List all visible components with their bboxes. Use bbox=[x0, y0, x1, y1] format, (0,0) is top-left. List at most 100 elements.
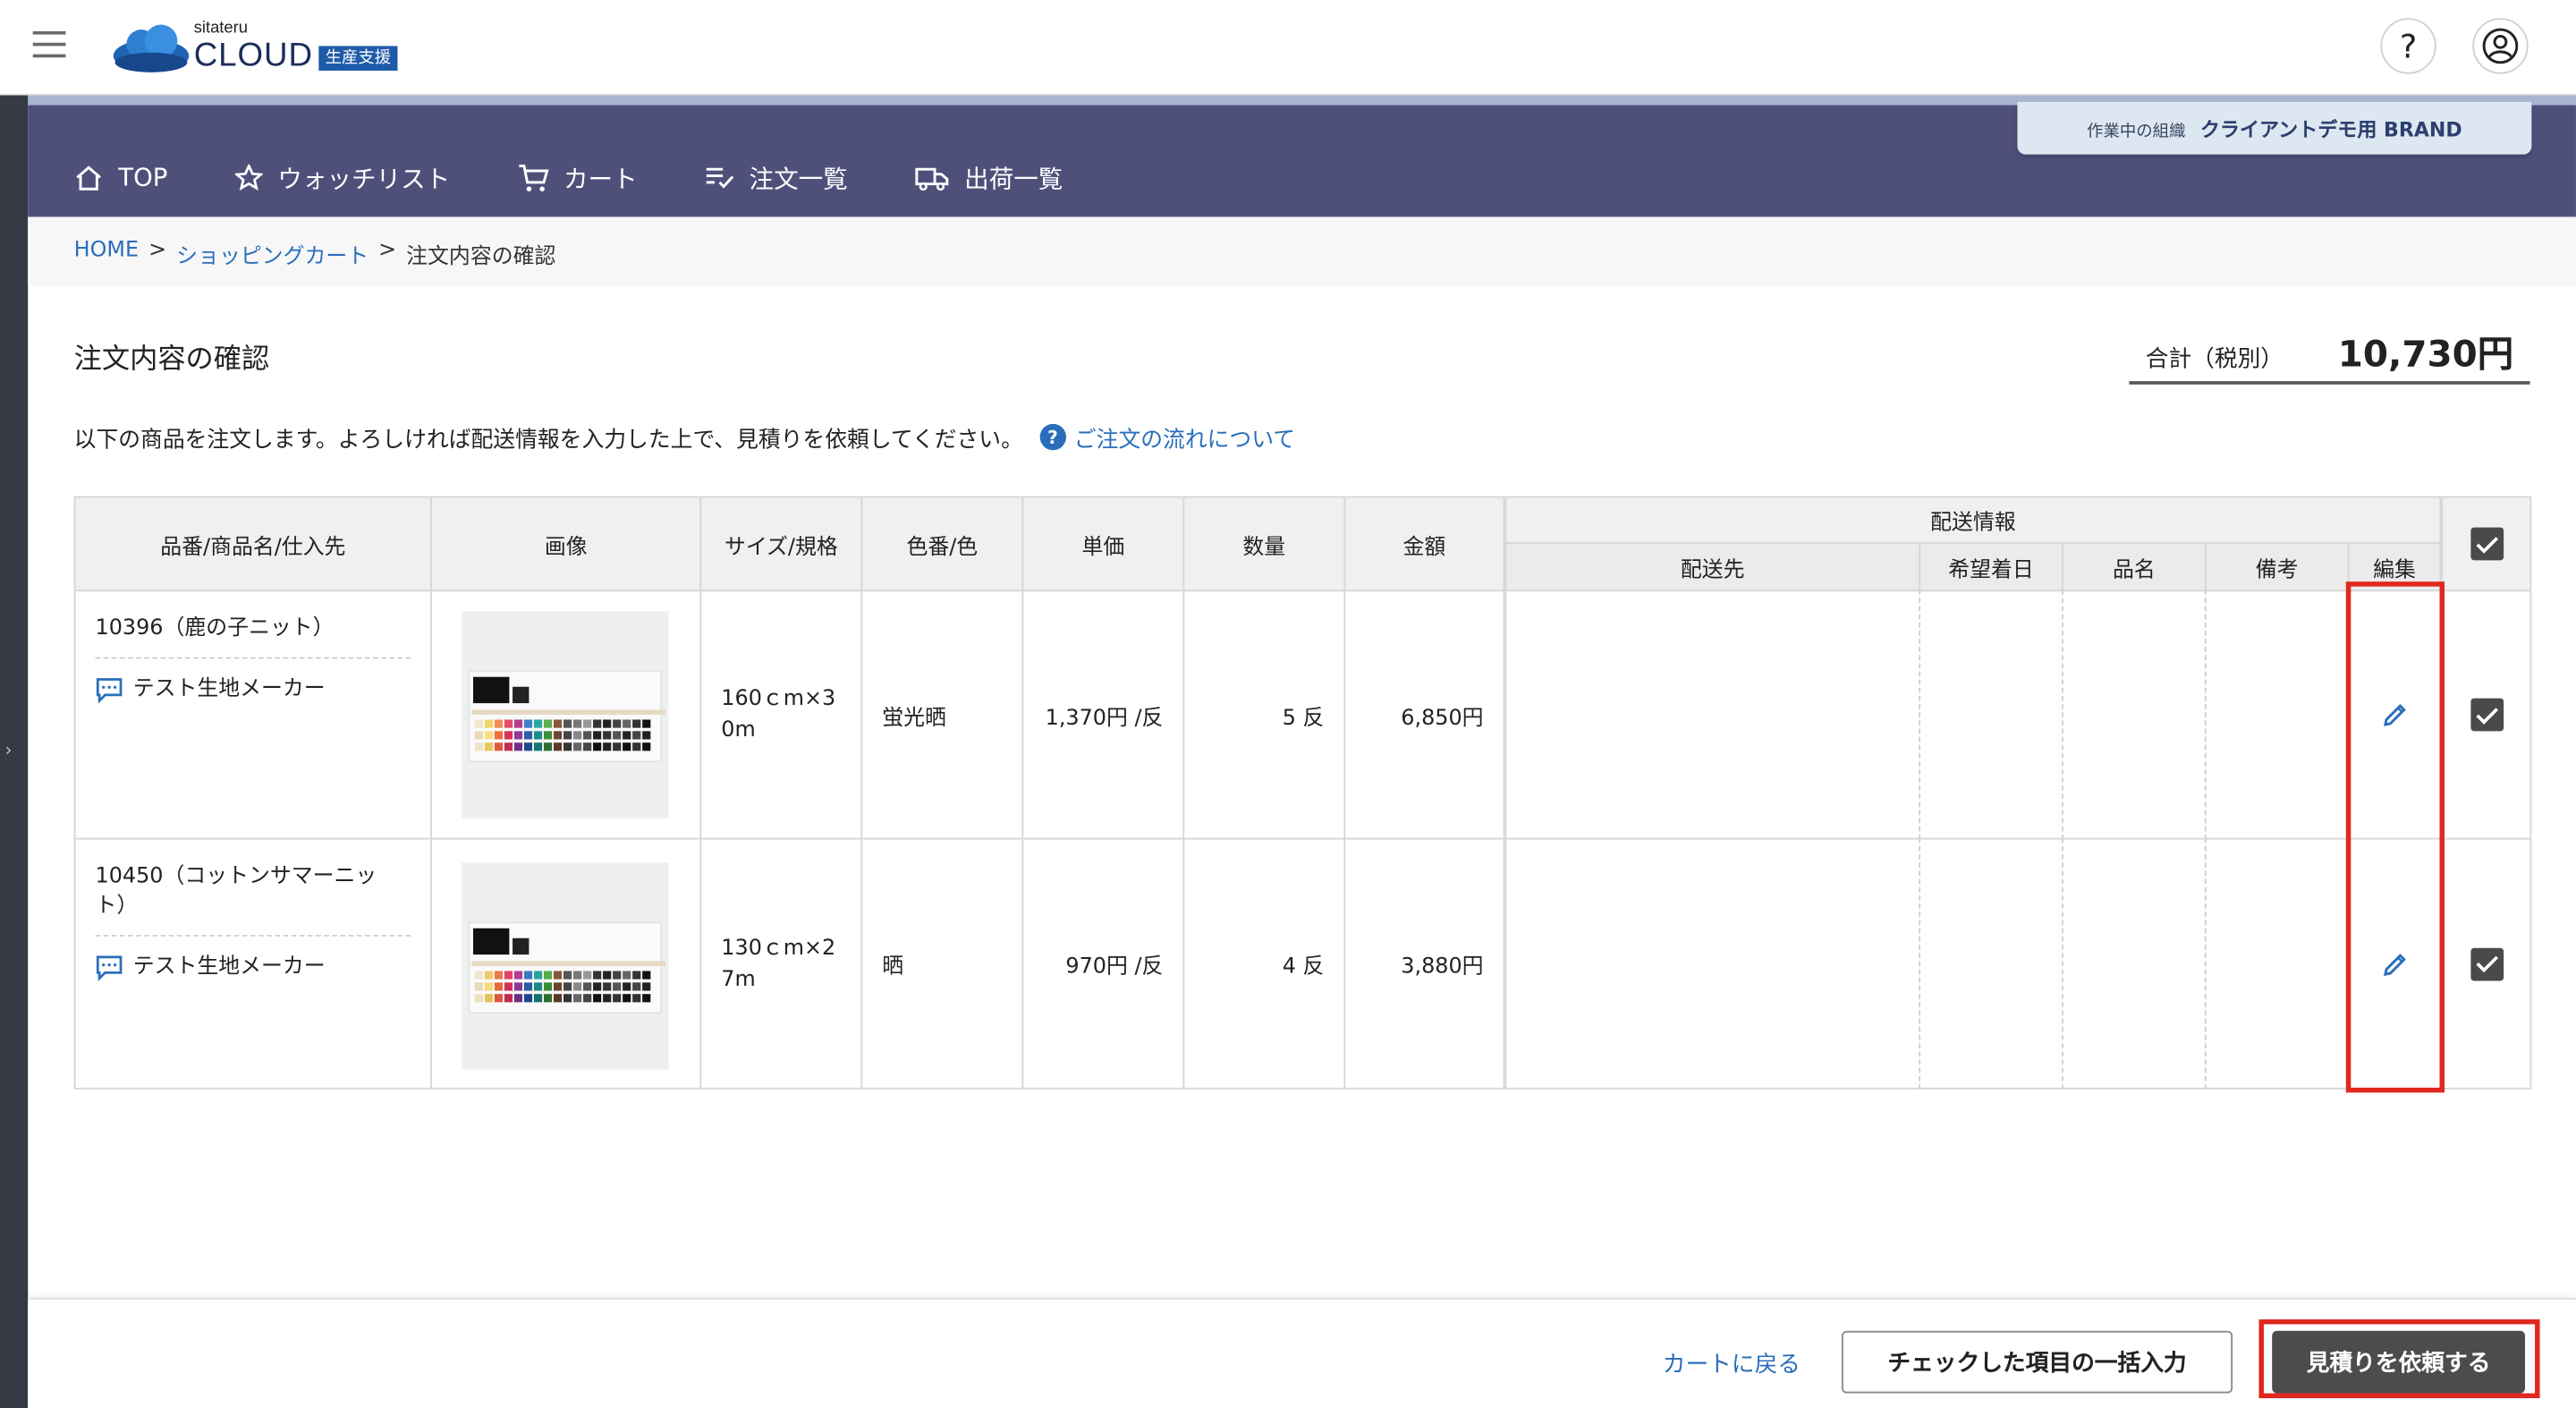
header-shipping: 配送情報 bbox=[1504, 496, 2442, 544]
unit-price-cell: 970円 /反 bbox=[1021, 837, 1185, 1090]
nav-shipments[interactable]: 出荷一覧 bbox=[915, 157, 1063, 197]
nav-watchlist[interactable]: ウォッチリスト bbox=[234, 157, 451, 197]
order-table: 品番/商品名/仕入先 画像 サイズ/規格 色番/色 単価 数量 金額 配送情報 … bbox=[73, 496, 2532, 1090]
page-description: 以下の商品を注文します。よろしければ配送情報を入力した上で、見積りを依頼してくだ… bbox=[74, 420, 1295, 454]
color-value: 晒 bbox=[882, 954, 904, 980]
side-rail[interactable]: › bbox=[0, 95, 29, 1408]
nav-orders[interactable]: 注文一覧 bbox=[705, 157, 848, 197]
row-checkbox[interactable] bbox=[2470, 698, 2504, 732]
header-date: 希望着日 bbox=[1919, 542, 2063, 592]
org-value: クライアントデモ用 BRAND bbox=[2199, 117, 2462, 141]
quantity-cell: 4 反 bbox=[1182, 837, 1346, 1090]
logo-sub-text: sitateru bbox=[193, 20, 248, 38]
destination-cell[interactable] bbox=[1504, 837, 1921, 1090]
header-unit-price: 単価 bbox=[1021, 496, 1185, 592]
order-total: 合計（税別） 10,730円 bbox=[2129, 326, 2530, 385]
size-value: 160ｃm×30m bbox=[721, 686, 836, 743]
item-name-cell[interactable] bbox=[2062, 837, 2207, 1090]
nav-cart[interactable]: カート bbox=[518, 157, 638, 197]
nav-top[interactable]: TOP bbox=[74, 157, 167, 197]
nav-shipments-label: 出荷一覧 bbox=[964, 163, 1063, 193]
star-icon bbox=[234, 164, 263, 191]
order-flow-link-label: ご注文の流れについて bbox=[1073, 427, 1296, 454]
maker-name: テスト生地メーカー bbox=[132, 954, 326, 980]
breadcrumb-home[interactable]: HOME bbox=[74, 238, 139, 269]
logo-badge: 生産支援 bbox=[318, 46, 398, 71]
date-cell[interactable] bbox=[1919, 589, 2063, 840]
header-image: 画像 bbox=[430, 496, 702, 592]
unit-price-cell: 1,370円 /反 bbox=[1021, 589, 1185, 840]
bulk-input-button[interactable]: チェックした項目の一括入力 bbox=[1841, 1330, 2233, 1394]
description-text: 以下の商品を注文します。よろしければ配送情報を入力した上で、見積りを依頼してくだ… bbox=[73, 427, 1023, 454]
current-organization[interactable]: 作業中の組織 クライアントデモ用 BRAND bbox=[2017, 101, 2532, 155]
check-icon bbox=[2475, 707, 2498, 724]
size-value: 130ｃm×27m bbox=[721, 936, 836, 992]
request-quote-button[interactable]: 見積りを依頼する bbox=[2272, 1330, 2526, 1394]
item-name-cell[interactable] bbox=[2062, 589, 2207, 840]
table-row: 10396（鹿の子ニット） テスト生地メーカー bbox=[73, 589, 433, 840]
unit-price-value: 1,370円 /反 bbox=[1045, 705, 1164, 731]
chat-icon bbox=[96, 678, 123, 704]
product-name: 10396（鹿の子ニット） bbox=[95, 615, 335, 641]
account-button[interactable] bbox=[2472, 18, 2529, 74]
breadcrumb-separator: > bbox=[378, 238, 397, 263]
product-image[interactable] bbox=[462, 862, 669, 1070]
truck-icon bbox=[915, 166, 949, 191]
header-size: サイズ/規格 bbox=[699, 496, 863, 592]
chat-icon bbox=[96, 955, 123, 981]
help-circle-icon: ? bbox=[1039, 423, 1066, 451]
total-value: 10,730円 bbox=[2337, 335, 2514, 377]
amount-cell: 6,850円 bbox=[1343, 589, 1505, 840]
amount-cell: 3,880円 bbox=[1343, 837, 1505, 1090]
header-amount: 金額 bbox=[1343, 496, 1505, 592]
chevron-right-icon[interactable]: › bbox=[5, 740, 13, 761]
menu-icon[interactable] bbox=[32, 30, 66, 58]
edit-column-highlight bbox=[2345, 581, 2445, 1093]
page-title: 注文内容の確認 bbox=[73, 343, 270, 377]
org-label: 作業中の組織 bbox=[2087, 122, 2186, 141]
row-select-cell bbox=[2441, 589, 2532, 840]
amount-value: 3,880円 bbox=[1401, 954, 1484, 980]
total-label: 合計（税別） bbox=[2145, 346, 2284, 373]
maker-link[interactable]: テスト生地メーカー bbox=[96, 675, 411, 705]
header-quantity: 数量 bbox=[1182, 496, 1346, 592]
quantity-value: 5 反 bbox=[1282, 705, 1325, 731]
image-cell bbox=[430, 837, 702, 1090]
quantity-cell: 5 反 bbox=[1182, 589, 1346, 840]
back-to-cart-link[interactable]: カートに戻る bbox=[1663, 1347, 1801, 1380]
swatch-grid-image bbox=[471, 961, 665, 1003]
row-checkbox[interactable] bbox=[2470, 946, 2504, 980]
note-cell[interactable] bbox=[2204, 589, 2350, 840]
nav-watchlist-label: ウォッチリスト bbox=[277, 163, 451, 193]
list-check-icon bbox=[706, 167, 734, 189]
header-color: 色番/色 bbox=[860, 496, 1024, 592]
header-note: 備考 bbox=[2204, 542, 2350, 592]
maker-name: テスト生地メーカー bbox=[132, 676, 326, 702]
note-cell[interactable] bbox=[2204, 837, 2350, 1090]
destination-cell[interactable] bbox=[1504, 589, 1921, 840]
order-flow-link[interactable]: ? ご注文の流れについて bbox=[1039, 420, 1295, 454]
header-destination: 配送先 bbox=[1504, 542, 1921, 592]
size-cell: 160ｃm×30m bbox=[699, 589, 863, 840]
home-icon bbox=[76, 165, 101, 191]
maker-link[interactable]: テスト生地メーカー bbox=[96, 953, 411, 982]
question-icon: ? bbox=[2399, 26, 2418, 66]
size-cell: 130ｃm×27m bbox=[699, 837, 863, 1090]
user-icon bbox=[2482, 28, 2519, 64]
logo[interactable]: sitateru CLOUD 生産支援 bbox=[112, 20, 424, 79]
row-select-cell bbox=[2441, 837, 2532, 1090]
cloud-logo-icon bbox=[113, 24, 190, 72]
product-image[interactable] bbox=[462, 611, 669, 819]
color-cell: 晒 bbox=[860, 837, 1024, 1090]
quantity-value: 4 反 bbox=[1282, 954, 1325, 980]
nav-orders-label: 注文一覧 bbox=[749, 163, 848, 193]
breadcrumb-current: 注文内容の確認 bbox=[406, 244, 556, 270]
breadcrumb-cart[interactable]: ショッピングカート bbox=[176, 238, 369, 270]
amount-value: 6,850円 bbox=[1401, 705, 1484, 731]
product-name: 10450（コットンサマーニット） bbox=[95, 864, 377, 919]
date-cell[interactable] bbox=[1919, 837, 2063, 1090]
check-icon bbox=[2475, 536, 2498, 553]
help-button[interactable]: ? bbox=[2380, 18, 2436, 74]
cart-icon bbox=[519, 164, 549, 191]
select-all-checkbox[interactable] bbox=[2470, 527, 2504, 561]
